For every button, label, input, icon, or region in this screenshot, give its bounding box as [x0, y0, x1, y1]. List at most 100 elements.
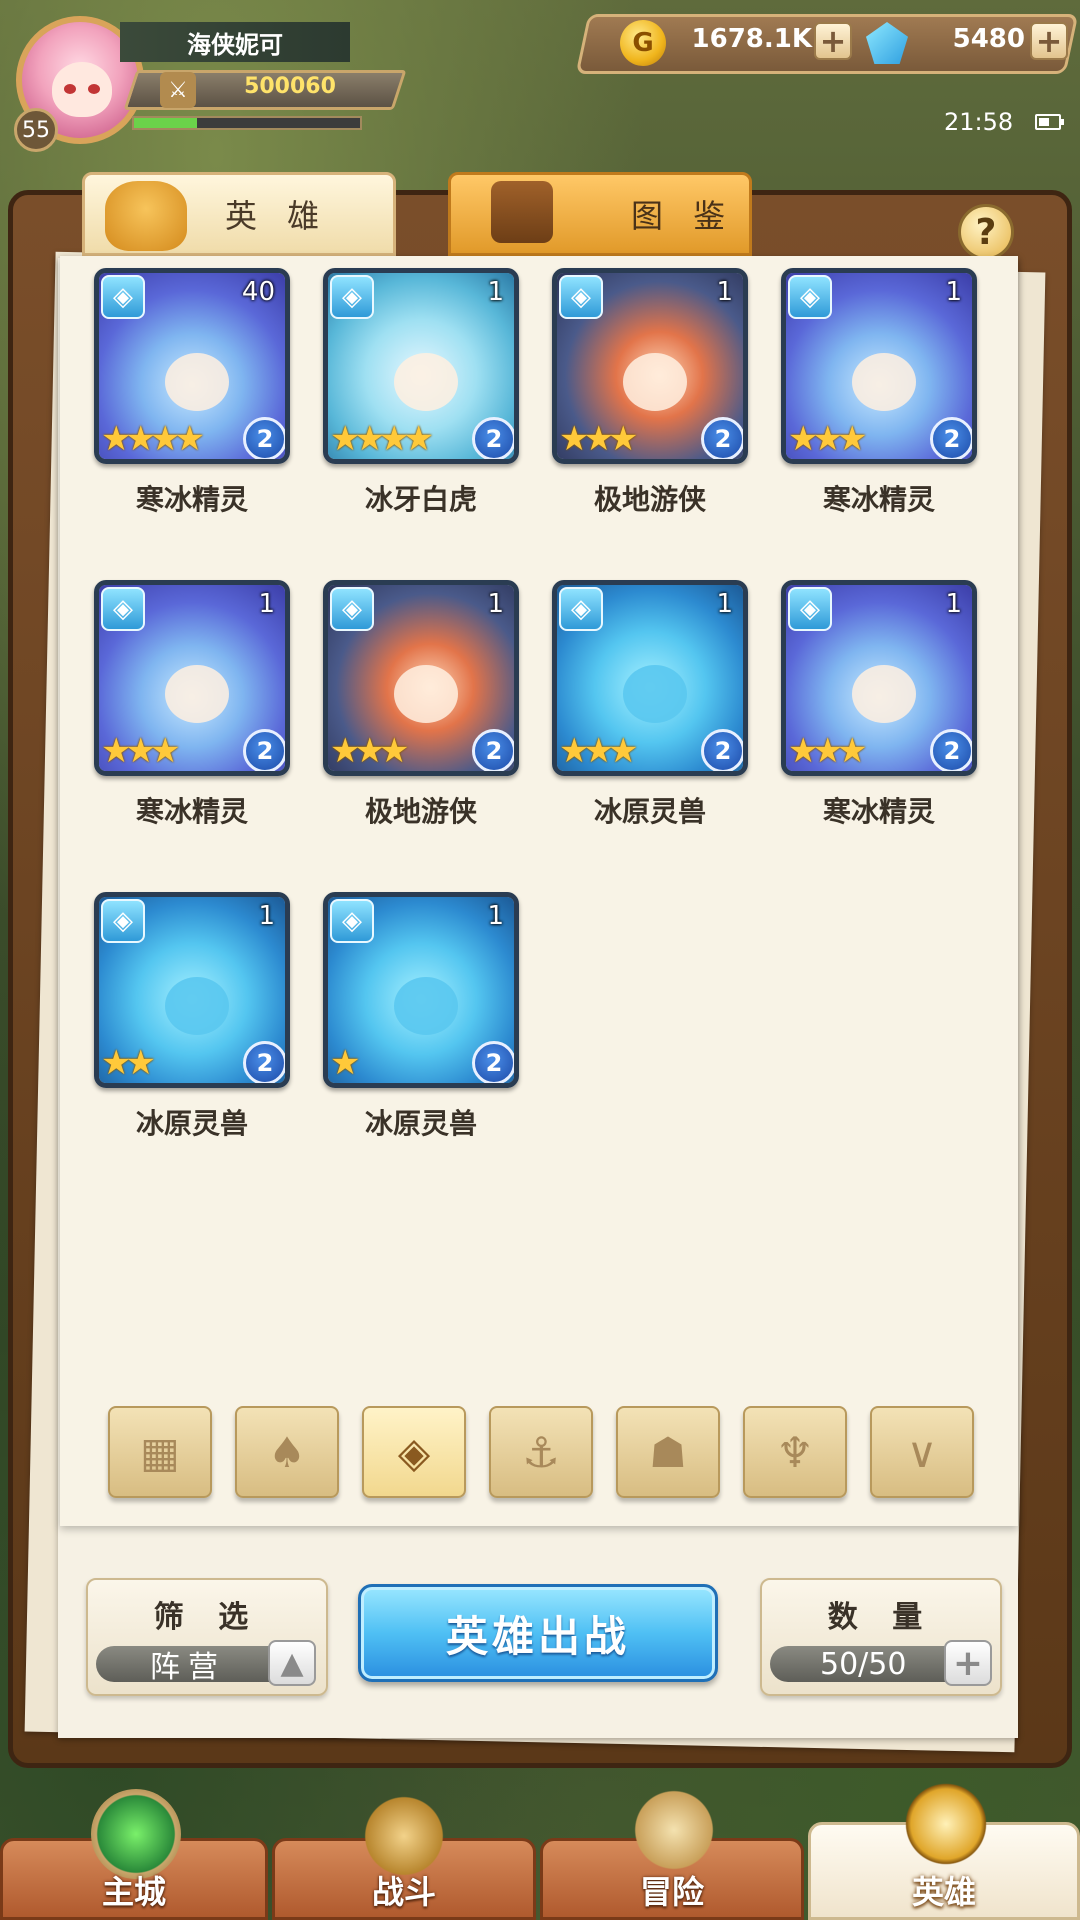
hero-stars: ★★★ [101, 731, 180, 771]
flame-faction-icon[interactable]: ♠ [235, 1406, 339, 1498]
hero-count: 1 [487, 277, 504, 307]
hero-grade-badge: 2 [243, 729, 285, 771]
nav-item-adventure[interactable]: 冒险 [540, 1785, 804, 1920]
hero-card[interactable]: ◈ 1 ★★★ 2 极地游侠 [552, 268, 748, 518]
hero-stars: ★ [330, 1043, 361, 1083]
hero-card[interactable]: ◈ 1 ★★★★ 2 冰牙白虎 [323, 268, 519, 518]
hero-grade-badge: 2 [472, 417, 514, 459]
hero-card-frame: ◈ 1 ★★ 2 [94, 892, 290, 1088]
hero-face [852, 665, 916, 723]
hero-card[interactable]: ◈ 1 ★★ 2 冰原灵兽 [94, 892, 290, 1142]
ice-faction-icon: ◈ [559, 587, 603, 631]
hero-stars: ★★★ [559, 731, 638, 771]
nav-item-heroes[interactable]: 英雄 [808, 1779, 1080, 1920]
hero-name: 寒冰精灵 [822, 795, 935, 828]
quantity-box: 数 量 50/50 + [760, 1578, 1002, 1696]
ice-faction-icon: ◈ [101, 587, 145, 631]
filter-title: 筛 选 [153, 1600, 261, 1635]
hero-name: 冰原灵兽 [364, 1107, 477, 1140]
hero-face [165, 977, 229, 1035]
hero-card[interactable]: ◈ 40 ★★★★ 2 寒冰精灵 [94, 268, 290, 518]
hero-face [165, 353, 229, 411]
hero-stars: ★★★ [559, 419, 638, 459]
filter-box: 筛 选 阵营 ▲ [86, 1578, 328, 1696]
hero-grade-badge: 2 [472, 729, 514, 771]
filter-toggle-button[interactable]: ▲ [268, 1640, 316, 1686]
gold-amount: 1678.1K [691, 24, 812, 54]
hero-grade-badge: 2 [243, 1041, 285, 1083]
hero-name: 寒冰精灵 [822, 483, 935, 516]
anchor-faction-icon[interactable]: ⚓ [489, 1406, 593, 1498]
hero-grade-badge: 2 [701, 729, 743, 771]
hero-face [623, 665, 687, 723]
hero-card-frame: ◈ 1 ★★★ 2 [323, 580, 519, 776]
ice-faction-icon: ◈ [101, 899, 145, 943]
ice-faction-icon[interactable]: ◈ [362, 1406, 466, 1498]
nav-item-battle[interactable]: 战斗 [272, 1791, 536, 1920]
hero-stars: ★★★ [330, 731, 409, 771]
add-gold-button[interactable]: + [814, 22, 852, 60]
crossed-swords-icon: ⚔ [160, 72, 196, 108]
expand-capacity-button[interactable]: + [944, 1640, 992, 1686]
hero-card[interactable]: ◈ 1 ★ 2 冰原灵兽 [323, 892, 519, 1142]
tab-guide[interactable]: 图 鉴 [448, 172, 752, 256]
demon-faction-icon[interactable]: ♆ [743, 1406, 847, 1498]
wing-faction-icon[interactable]: ∨ [870, 1406, 974, 1498]
hero-card-frame: ◈ 40 ★★★★ 2 [94, 268, 290, 464]
golden-helmet-icon [901, 1779, 991, 1869]
hero-grade-badge: 2 [472, 1041, 514, 1083]
hero-stars: ★★★★ [330, 419, 434, 459]
hero-face [394, 665, 458, 723]
hero-name: 寒冰精灵 [135, 483, 248, 516]
nav-label: 英雄 [911, 1873, 976, 1911]
tab-heroes-label: 英 雄 [225, 197, 330, 235]
hero-count: 40 [241, 277, 275, 307]
hero-name: 冰原灵兽 [135, 1107, 248, 1140]
hero-card[interactable]: ◈ 1 ★★★ 2 冰原灵兽 [552, 580, 748, 830]
hero-name: 极地游侠 [593, 483, 706, 516]
knight-helmet-icon [105, 181, 187, 251]
nav-item-main-city[interactable]: 主城 [0, 1789, 268, 1920]
scroll-map-icon [629, 1785, 719, 1875]
grid-all-icon[interactable]: ▦ [108, 1406, 212, 1498]
deploy-heroes-button[interactable]: 英雄出战 [358, 1584, 718, 1682]
bottom-nav: 主城 战斗 冒险 英雄 [0, 1779, 1080, 1920]
hero-card-frame: ◈ 1 ★★★ 2 [552, 580, 748, 776]
hero-stars: ★★★★ [101, 419, 205, 459]
ice-faction-icon: ◈ [330, 587, 374, 631]
add-diamond-button[interactable]: + [1030, 22, 1068, 60]
tab-heroes[interactable]: 英 雄 [82, 172, 396, 256]
hero-grade-badge: 2 [243, 417, 285, 459]
nav-label: 主城 [101, 1873, 166, 1911]
hero-card-frame: ◈ 1 ★★★ 2 [552, 268, 748, 464]
hero-name: 寒冰精灵 [135, 795, 248, 828]
hero-count: 1 [945, 589, 962, 619]
tab-guide-label: 图 鉴 [631, 197, 736, 235]
beast-faction-icon[interactable]: ☗ [616, 1406, 720, 1498]
ice-faction-icon: ◈ [101, 275, 145, 319]
castle-crest-icon [91, 1789, 181, 1879]
hero-count: 1 [487, 589, 504, 619]
hero-card[interactable]: ◈ 1 ★★★ 2 寒冰精灵 [94, 580, 290, 830]
hero-count: 1 [716, 589, 733, 619]
hero-card-frame: ◈ 1 ★ 2 [323, 892, 519, 1088]
hero-grade-badge: 2 [930, 417, 972, 459]
hero-face [852, 353, 916, 411]
hero-card[interactable]: ◈ 1 ★★★ 2 寒冰精灵 [781, 580, 977, 830]
hero-count: 1 [258, 901, 275, 931]
ice-faction-icon: ◈ [788, 275, 832, 319]
hero-card[interactable]: ◈ 1 ★★★ 2 寒冰精灵 [781, 268, 977, 518]
gold-coin-icon: G [620, 20, 666, 66]
hero-name: 冰牙白虎 [364, 483, 477, 516]
help-button[interactable]: ? [958, 204, 1014, 260]
avatar-eye [64, 84, 76, 94]
hero-count: 1 [945, 277, 962, 307]
magnifier-book-icon [491, 181, 553, 243]
ice-faction-icon: ◈ [788, 587, 832, 631]
hero-count: 1 [258, 589, 275, 619]
hero-card[interactable]: ◈ 1 ★★★ 2 极地游侠 [323, 580, 519, 830]
ice-faction-icon: ◈ [330, 275, 374, 319]
battery-icon [1035, 114, 1064, 130]
hero-face [394, 353, 458, 411]
hero-face [165, 665, 229, 723]
